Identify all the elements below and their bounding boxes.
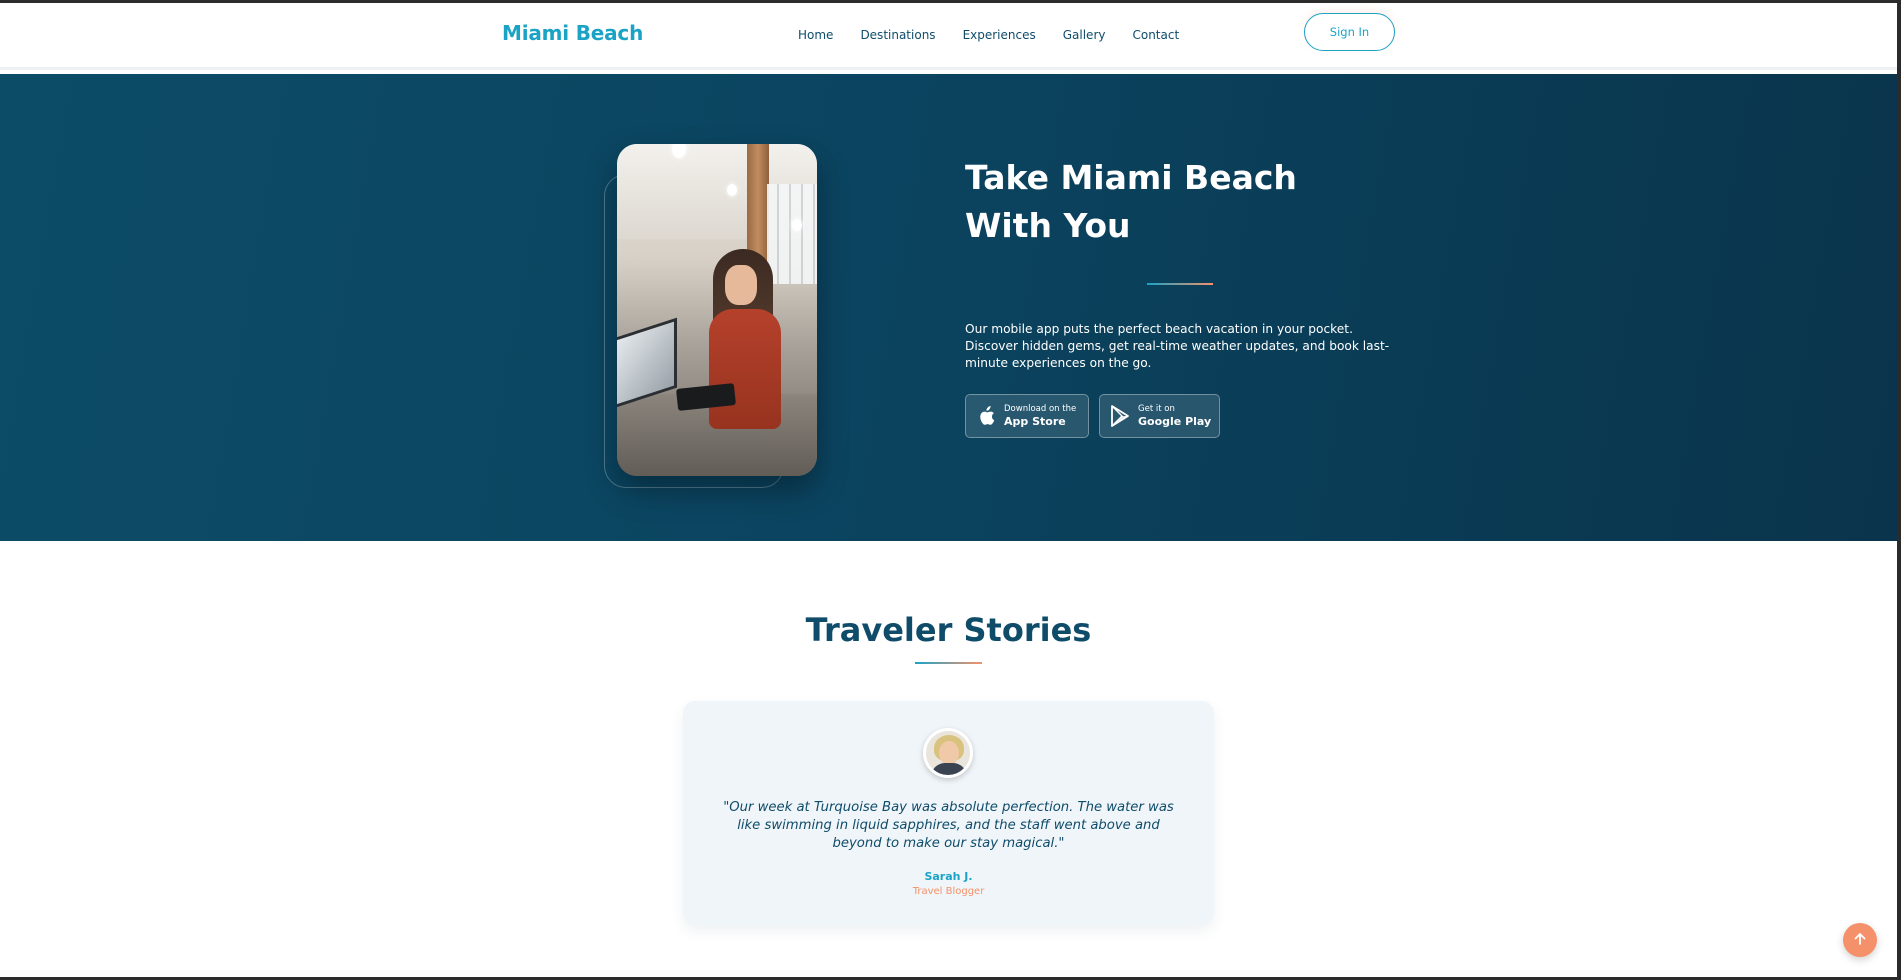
testimonial-quote: "Our week at Turquoise Bay was absolute …	[723, 800, 1174, 851]
arrow-up-icon	[1853, 931, 1867, 950]
title-divider	[1147, 283, 1213, 285]
site-header: Miami Beach Home Destinations Experience…	[0, 3, 1897, 70]
app-store-small-text: Download on the	[1004, 403, 1077, 414]
google-play-small-text: Get it on	[1138, 403, 1175, 414]
hero-description: Our mobile app puts the perfect beach va…	[965, 322, 1390, 370]
main-nav: Home Destinations Experiences Gallery Co…	[798, 28, 1206, 42]
google-play-button[interactable]: Get it on Google Play	[1099, 394, 1220, 438]
avatar-face	[939, 741, 959, 765]
image-lamp	[727, 184, 737, 196]
image-lamp	[792, 219, 802, 231]
avatar-body	[931, 763, 967, 775]
scroll-to-top-button[interactable]	[1843, 923, 1877, 957]
app-promo-section: Take Miami Beach With You Our mobile app…	[0, 74, 1897, 541]
site-logo[interactable]: Miami Beach	[502, 21, 643, 45]
section-title-divider	[915, 662, 982, 664]
image-sweater	[709, 309, 781, 429]
app-store-label: Download on the App Store	[1004, 404, 1076, 429]
app-promo-image	[617, 144, 817, 476]
hero-title: Take Miami Beach With You	[965, 158, 1297, 245]
section-title: Traveler Stories	[805, 611, 1092, 649]
play-store-icon	[1110, 405, 1130, 427]
nav-contact[interactable]: Contact	[1132, 28, 1179, 42]
nav-home[interactable]: Home	[798, 28, 833, 42]
app-store-button[interactable]: Download on the App Store	[965, 394, 1089, 438]
testimonial-role: Travel Blogger	[912, 886, 985, 897]
nav-gallery[interactable]: Gallery	[1063, 28, 1106, 42]
google-play-big-text: Google Play	[1138, 414, 1212, 428]
nav-experiences[interactable]: Experiences	[963, 28, 1036, 42]
image-face	[725, 265, 757, 305]
google-play-label: Get it on Google Play	[1138, 404, 1211, 429]
apple-icon	[976, 405, 996, 427]
app-store-big-text: App Store	[1004, 414, 1066, 428]
avatar	[923, 728, 973, 778]
nav-destinations[interactable]: Destinations	[860, 28, 935, 42]
testimonial-card: "Our week at Turquoise Bay was absolute …	[683, 701, 1214, 925]
browser-page: Miami Beach Home Destinations Experience…	[0, 3, 1897, 977]
sign-in-button[interactable]: Sign In	[1304, 13, 1395, 51]
testimonial-author: Sarah J.	[924, 870, 973, 883]
